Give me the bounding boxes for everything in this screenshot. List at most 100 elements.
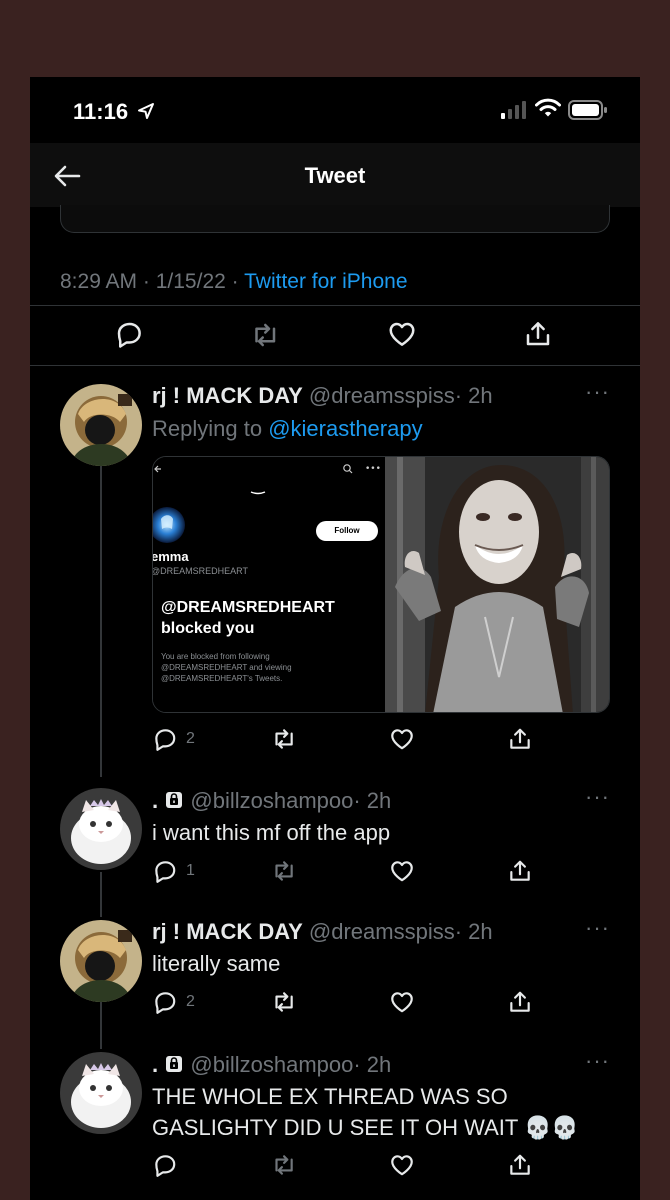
heart-icon <box>391 992 413 1013</box>
status-time: 11:16 <box>73 99 129 124</box>
more-dots-icon[interactable]: ··· <box>585 1048 610 1074</box>
phone-screen: 11:16 Tweet 8:29 AM · 1/15/22 · Twitter … <box>30 77 640 1200</box>
lock-icon <box>166 1056 183 1072</box>
reply-icon <box>155 992 176 1014</box>
more-dots-icon[interactable]: ··· <box>585 784 610 810</box>
user-handle[interactable]: @dreamsspiss <box>309 383 455 408</box>
reply-button[interactable]: 1 <box>152 858 195 884</box>
like-button[interactable] <box>389 858 415 884</box>
share-button[interactable] <box>507 989 533 1015</box>
retweet-button[interactable] <box>270 726 296 752</box>
reply-icon <box>155 861 176 883</box>
heart-icon <box>391 729 413 750</box>
svg-text:•••: ••• <box>365 464 381 474</box>
divider <box>30 365 640 366</box>
user-handle[interactable]: @billzoshampoo <box>190 1052 353 1077</box>
display-name[interactable]: . <box>152 1052 158 1077</box>
follow-button: Follow <box>316 521 378 541</box>
separator: · <box>137 270 156 293</box>
display-name[interactable]: rj ! MACK DAY <box>152 383 303 408</box>
retweet-icon <box>255 323 276 347</box>
tweet-date: 1/15/22 <box>155 270 226 293</box>
like-button[interactable] <box>387 319 417 349</box>
post-age: · 2h <box>353 788 392 813</box>
reply-count: 2 <box>186 730 195 747</box>
location-arrow-icon <box>138 103 154 119</box>
share-icon <box>526 322 550 346</box>
mention-link[interactable]: @kierastherapy <box>268 416 422 441</box>
reply-icon <box>155 729 176 751</box>
retweet-icon <box>275 729 293 749</box>
separator: · <box>225 270 245 293</box>
retweet-icon <box>275 992 293 1012</box>
blocked-screenshot: ••• Follow emma @DREAMSREDHEART @DREAMSR… <box>152 457 385 712</box>
blocked-heading: @DREAMSREDHEART blocked you <box>161 597 335 639</box>
display-name[interactable]: rj ! MACK DAY <box>152 919 303 944</box>
blocked-heading-text: blocked you <box>161 620 255 637</box>
tweet-source-link[interactable]: Twitter for iPhone <box>244 270 407 293</box>
reply-author: . @billzoshampoo· 2h <box>152 1052 391 1078</box>
retweet-button[interactable] <box>270 858 296 884</box>
reply-text: i want this mf off the app <box>152 820 391 845</box>
retweet-button[interactable] <box>270 1152 296 1178</box>
share-icon <box>510 991 530 1012</box>
page-title: Tweet <box>304 163 366 188</box>
reply-author: rj ! MACK DAY @dreamsspiss· 2h <box>152 383 493 409</box>
battery-icon <box>568 100 607 120</box>
avatar[interactable] <box>60 1052 142 1134</box>
reply-text: THE WHOLE EX THREAD WAS SO GASLIGHTY DID… <box>152 1084 579 1140</box>
blocked-info: You are blocked from following @DREAMSRE… <box>161 652 292 683</box>
heart-icon <box>391 1155 413 1176</box>
user-handle[interactable]: @billzoshampoo <box>190 788 353 813</box>
share-button[interactable] <box>507 858 533 884</box>
retweet-button[interactable] <box>270 989 296 1015</box>
blocked-profile-handle: @DREAMSREDHEART <box>152 566 248 576</box>
photo <box>385 457 609 712</box>
user-handle[interactable]: @dreamsspiss <box>309 919 455 944</box>
replying-to: Replying to @kierastherapy <box>152 416 423 442</box>
share-icon <box>510 1154 530 1175</box>
reply-button[interactable] <box>152 1152 186 1178</box>
tweet-media[interactable]: ••• Follow emma @DREAMSREDHEART @DREAMSR… <box>152 456 610 713</box>
tweet-timestamp: 8:29 AM · 1/15/22 · Twitter for iPhone <box>60 270 408 294</box>
heart-icon <box>389 322 415 346</box>
lock-icon <box>166 792 183 808</box>
blocked-heading-handle: @DREAMSREDHEART <box>161 599 335 616</box>
tweet-time: 8:29 AM <box>60 270 138 293</box>
like-button[interactable] <box>389 1152 415 1178</box>
display-name[interactable]: . <box>152 788 158 813</box>
reply-author: rj ! MACK DAY @dreamsspiss· 2h <box>152 919 493 945</box>
avatar[interactable] <box>60 920 142 1002</box>
thread-line <box>100 872 102 917</box>
more-dots-icon[interactable]: ··· <box>585 915 610 941</box>
like-button[interactable] <box>389 726 415 752</box>
share-button[interactable] <box>507 726 533 752</box>
status-bar: 11:16 <box>30 77 640 143</box>
reply-icon <box>155 1155 176 1177</box>
post-age: · 2h <box>454 383 493 408</box>
avatar[interactable] <box>60 788 142 870</box>
reply-button[interactable]: 2 <box>152 726 195 752</box>
thread-line <box>100 1002 102 1049</box>
retweet-icon <box>275 1155 293 1175</box>
blocked-profile-name: emma <box>152 549 189 564</box>
quoted-tweet-card[interactable] <box>60 205 610 233</box>
thread-line <box>100 466 102 777</box>
post-age: · 2h <box>353 1052 392 1077</box>
reply-count: 1 <box>186 862 195 879</box>
retweet-button[interactable] <box>249 320 279 350</box>
reply-button[interactable] <box>114 319 144 349</box>
share-button[interactable] <box>523 319 553 349</box>
reply-count: 2 <box>186 993 195 1010</box>
reply-text: literally same <box>152 951 281 976</box>
reply-author: . @billzoshampoo· 2h <box>152 788 391 814</box>
more-dots-icon[interactable]: ··· <box>585 379 610 405</box>
reply-button[interactable]: 2 <box>152 989 195 1015</box>
navigation-bar: Tweet <box>30 143 640 207</box>
replying-to-label: Replying to <box>152 416 269 441</box>
heart-icon <box>391 861 413 882</box>
share-button[interactable] <box>507 1152 533 1178</box>
like-button[interactable] <box>389 989 415 1015</box>
avatar[interactable] <box>60 384 142 466</box>
cellular-signal-icon <box>501 101 526 119</box>
